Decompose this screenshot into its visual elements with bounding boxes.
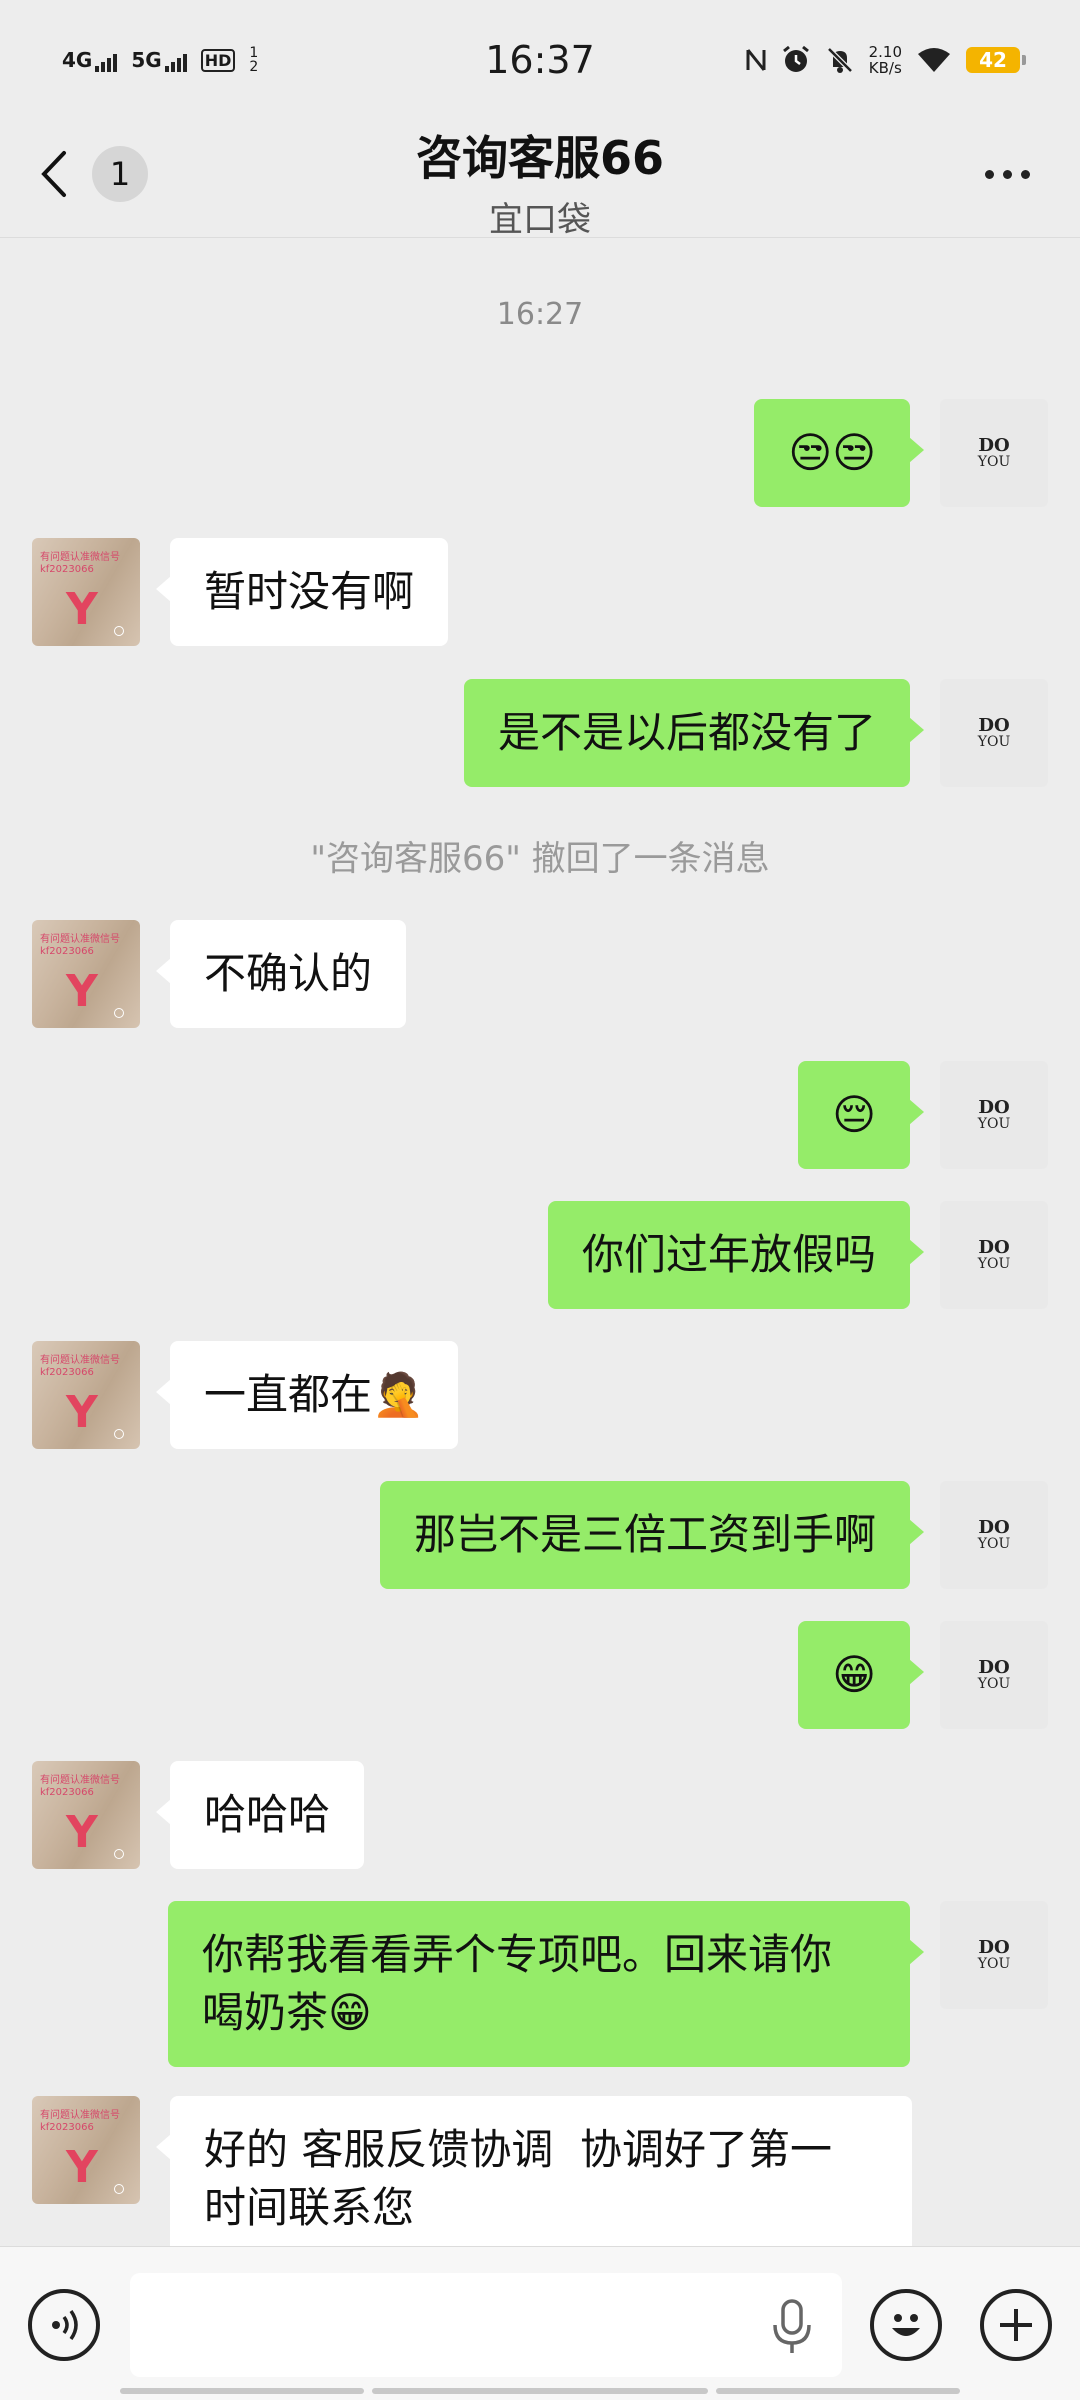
voice-toggle-button[interactable] <box>28 2289 100 2361</box>
my-avatar[interactable]: DO YOU <box>940 1901 1048 2009</box>
title-block: 咨询客服66 宜口袋 <box>0 120 1080 241</box>
battery-icon: 42 <box>966 47 1026 73</box>
agent-avatar[interactable]: 有问题认准微信号 kf2023066 Y <box>32 538 140 646</box>
message-bubble-sent[interactable]: 你帮我看看弄个专项吧。回来请你 喝奶茶😁 <box>168 1901 924 2067</box>
emoji-button[interactable] <box>870 2289 942 2361</box>
microphone-icon[interactable] <box>770 2299 814 2355</box>
nav-indicator <box>716 2388 960 2394</box>
nav-indicator <box>372 2388 708 2394</box>
smiley-icon <box>892 2314 920 2336</box>
my-avatar[interactable]: DO YOU <box>940 1201 1048 1309</box>
status-bar: 4G 5G HD 1 2 16:37 2.10 KB/s 42 <box>0 0 1080 120</box>
message-bubble-sent[interactable]: 那岂不是三倍工资到手啊 <box>379 1481 925 1589</box>
message-bubble-received[interactable]: 哈哈哈 <box>155 1761 365 1869</box>
status-left: 4G 5G HD 1 2 <box>62 46 259 74</box>
signal-bars-icon <box>164 52 187 72</box>
my-avatar[interactable]: DO YOU <box>940 399 1048 507</box>
message-bubble-received[interactable]: 不确认的 <box>155 920 407 1028</box>
timestamp: 16:27 <box>496 297 584 332</box>
status-right: 2.10 KB/s 42 <box>745 43 1026 77</box>
message-bubble-received[interactable]: 暂时没有啊 <box>155 538 449 646</box>
hd-icon: HD <box>200 48 236 72</box>
message-bubble-sent[interactable]: 😒😒 <box>754 399 924 507</box>
wifi-icon <box>918 48 950 72</box>
my-avatar[interactable]: DO YOU <box>940 1621 1048 1729</box>
nav-indicator <box>120 2388 364 2394</box>
chat-header: 1 咨询客服66 宜口袋 <box>0 120 1080 241</box>
agent-avatar[interactable]: 有问题认准微信号 kf2023066 Y <box>32 2096 140 2204</box>
message-bubble-received[interactable]: 好的 客服反馈协调 协调好了第一 时间联系您 <box>156 2096 912 2246</box>
net-speed: 2.10 KB/s <box>868 43 902 77</box>
more-actions-button[interactable] <box>980 2289 1052 2361</box>
alarm-icon <box>782 45 809 72</box>
my-avatar[interactable]: DO YOU <box>940 679 1048 787</box>
message-input[interactable] <box>130 2273 842 2377</box>
agent-avatar[interactable]: 有问题认准微信号 kf2023066 Y <box>32 920 140 1028</box>
message-bubble-sent[interactable]: 😔 <box>798 1061 924 1169</box>
message-bubble-sent[interactable]: 是不是以后都没有了 <box>463 679 925 787</box>
signal-5g: 5G <box>131 48 187 72</box>
my-avatar[interactable]: DO YOU <box>940 1061 1048 1169</box>
agent-avatar[interactable]: 有问题认准微信号 kf2023066 Y <box>32 1761 140 1869</box>
message-bubble-received[interactable]: 一直都在🤦 <box>155 1341 459 1449</box>
voice-wave-icon <box>52 2309 78 2341</box>
message-bubble-sent[interactable]: 你们过年放假吗 <box>547 1201 925 1309</box>
chat-subtitle: 宜口袋 <box>489 200 591 240</box>
signal-bars-icon <box>95 52 118 72</box>
chat-title: 咨询客服66 <box>415 131 664 185</box>
message-bubble-sent[interactable]: 😁 <box>798 1621 924 1729</box>
my-avatar[interactable]: DO YOU <box>940 1481 1048 1589</box>
more-options-icon[interactable] <box>985 170 1030 179</box>
signal-4g: 4G <box>62 48 118 72</box>
mute-icon <box>826 47 853 73</box>
recall-notice: "咨询客服66" 撤回了一条消息 <box>310 839 770 879</box>
input-bar <box>0 2246 1080 2400</box>
nfc-icon <box>746 49 766 71</box>
plus-icon <box>1000 2309 1032 2341</box>
hd-sub: 1 2 <box>249 45 259 75</box>
message-list[interactable]: 16:27 😒😒 DO YOU 有问题认准微信号 kf2023066 Y 暂时没有啊… <box>0 239 1080 2246</box>
agent-avatar[interactable]: 有问题认准微信号 kf2023066 Y <box>32 1341 140 1449</box>
